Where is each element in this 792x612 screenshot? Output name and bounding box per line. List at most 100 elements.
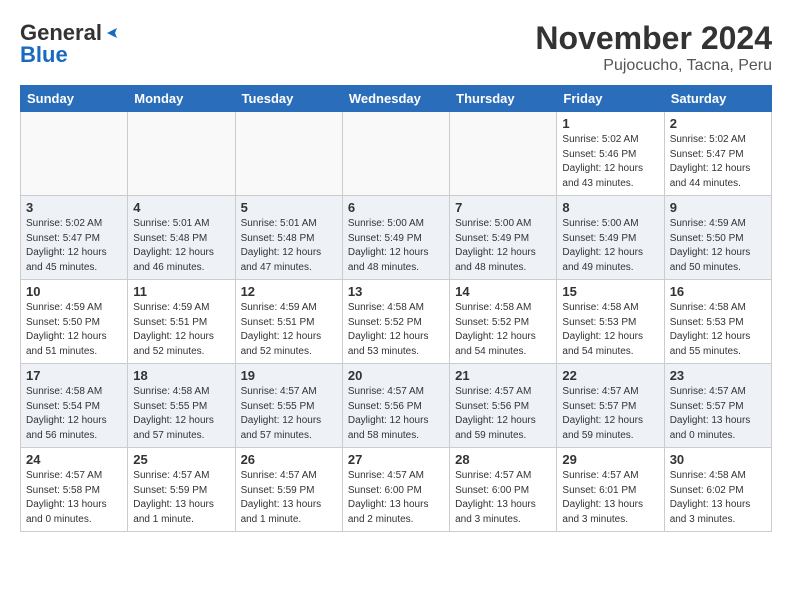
day-number: 3 xyxy=(26,200,122,215)
day-number: 30 xyxy=(670,452,766,467)
calendar-day-cell: 1 Sunrise: 5:02 AM Sunset: 5:46 PM Daylig… xyxy=(557,112,664,196)
day-info: Sunrise: 4:58 AM Sunset: 5:52 PM Dayligh… xyxy=(348,301,444,359)
logo: General Blue xyxy=(20,20,122,68)
calendar-header-row: SundayMondayTuesdayWednesdayThursdayFrid… xyxy=(21,86,772,112)
header-wednesday: Wednesday xyxy=(342,86,449,112)
day-number: 8 xyxy=(562,200,658,215)
day-info: Sunrise: 5:02 AM Sunset: 5:47 PM Dayligh… xyxy=(26,217,122,275)
day-info: Sunrise: 5:02 AM Sunset: 5:47 PM Dayligh… xyxy=(670,133,766,191)
day-number: 17 xyxy=(26,368,122,383)
day-number: 7 xyxy=(455,200,551,215)
day-info: Sunrise: 4:58 AM Sunset: 5:54 PM Dayligh… xyxy=(26,385,122,443)
day-number: 2 xyxy=(670,116,766,131)
calendar-day-cell: 14Sunrise: 4:58 AM Sunset: 5:52 PM Dayli… xyxy=(450,280,557,364)
day-info: Sunrise: 4:57 AM Sunset: 5:59 PM Dayligh… xyxy=(241,469,337,527)
day-info: Sunrise: 4:58 AM Sunset: 5:55 PM Dayligh… xyxy=(133,385,229,443)
day-info: Sunrise: 4:59 AM Sunset: 5:51 PM Dayligh… xyxy=(133,301,229,359)
day-info: Sunrise: 5:01 AM Sunset: 5:48 PM Dayligh… xyxy=(241,217,337,275)
calendar-day-cell: 28 Sunrise: 4:57 AM Sunset: 6:00 PM Dayli… xyxy=(450,448,557,532)
day-info: Sunrise: 5:02 AM Sunset: 5:46 PM Dayligh… xyxy=(562,133,658,191)
calendar-day-cell xyxy=(450,112,557,196)
day-number: 29 xyxy=(562,452,658,467)
calendar-day-cell: 13 Sunrise: 4:58 AM Sunset: 5:52 PM Dayli… xyxy=(342,280,449,364)
day-info: Sunrise: 5:00 AM Sunset: 5:49 PM Dayligh… xyxy=(562,217,658,275)
day-number: 22 xyxy=(562,368,658,383)
calendar-week-row: 1 Sunrise: 5:02 AM Sunset: 5:46 PM Daylig… xyxy=(21,112,772,196)
day-number: 5 xyxy=(241,200,337,215)
calendar-day-cell: 20 Sunrise: 4:57 AM Sunset: 5:56 PM Dayli… xyxy=(342,364,449,448)
logo-blue: Blue xyxy=(20,42,68,68)
day-info: Sunrise: 4:57 AM Sunset: 5:56 PM Dayligh… xyxy=(455,385,551,443)
calendar-day-cell xyxy=(128,112,235,196)
header-monday: Monday xyxy=(128,86,235,112)
calendar-day-cell: 12Sunrise: 4:59 AM Sunset: 5:51 PM Dayli… xyxy=(235,280,342,364)
calendar-day-cell: 9 Sunrise: 4:59 AM Sunset: 5:50 PM Daylig… xyxy=(664,196,771,280)
day-info: Sunrise: 5:01 AM Sunset: 5:48 PM Dayligh… xyxy=(133,217,229,275)
calendar-day-cell: 26 Sunrise: 4:57 AM Sunset: 5:59 PM Dayli… xyxy=(235,448,342,532)
day-info: Sunrise: 4:58 AM Sunset: 6:02 PM Dayligh… xyxy=(670,469,766,527)
month-title: November 2024 xyxy=(535,20,772,57)
day-number: 10 xyxy=(26,284,122,299)
location: Pujocucho, Tacna, Peru xyxy=(535,57,772,75)
day-info: Sunrise: 4:57 AM Sunset: 6:01 PM Dayligh… xyxy=(562,469,658,527)
calendar-day-cell: 22 Sunrise: 4:57 AM Sunset: 5:57 PM Dayli… xyxy=(557,364,664,448)
calendar-day-cell: 25 Sunrise: 4:57 AM Sunset: 5:59 PM Dayli… xyxy=(128,448,235,532)
calendar-day-cell: 8 Sunrise: 5:00 AM Sunset: 5:49 PM Daylig… xyxy=(557,196,664,280)
day-info: Sunrise: 5:00 AM Sunset: 5:49 PM Dayligh… xyxy=(348,217,444,275)
day-info: Sunrise: 4:57 AM Sunset: 6:00 PM Dayligh… xyxy=(348,469,444,527)
day-number: 24 xyxy=(26,452,122,467)
day-number: 18 xyxy=(133,368,229,383)
day-info: Sunrise: 4:58 AM Sunset: 5:53 PM Dayligh… xyxy=(562,301,658,359)
day-number: 27 xyxy=(348,452,444,467)
header-friday: Friday xyxy=(557,86,664,112)
day-number: 13 xyxy=(348,284,444,299)
day-info: Sunrise: 4:59 AM Sunset: 5:50 PM Dayligh… xyxy=(670,217,766,275)
calendar-day-cell: 5 Sunrise: 5:01 AM Sunset: 5:48 PM Daylig… xyxy=(235,196,342,280)
day-number: 20 xyxy=(348,368,444,383)
calendar-day-cell: 4Sunrise: 5:01 AM Sunset: 5:48 PM Daylig… xyxy=(128,196,235,280)
header-sunday: Sunday xyxy=(21,86,128,112)
calendar-day-cell xyxy=(235,112,342,196)
calendar-day-cell: 17 Sunrise: 4:58 AM Sunset: 5:54 PM Dayli… xyxy=(21,364,128,448)
day-number: 23 xyxy=(670,368,766,383)
calendar-day-cell: 2 Sunrise: 5:02 AM Sunset: 5:47 PM Daylig… xyxy=(664,112,771,196)
day-number: 16 xyxy=(670,284,766,299)
calendar-day-cell xyxy=(21,112,128,196)
calendar-day-cell: 27 Sunrise: 4:57 AM Sunset: 6:00 PM Dayli… xyxy=(342,448,449,532)
day-number: 12 xyxy=(241,284,337,299)
calendar-day-cell: 29 Sunrise: 4:57 AM Sunset: 6:01 PM Dayli… xyxy=(557,448,664,532)
calendar-day-cell: 7Sunrise: 5:00 AM Sunset: 5:49 PM Daylig… xyxy=(450,196,557,280)
day-info: Sunrise: 4:57 AM Sunset: 5:57 PM Dayligh… xyxy=(562,385,658,443)
day-number: 19 xyxy=(241,368,337,383)
header-thursday: Thursday xyxy=(450,86,557,112)
day-info: Sunrise: 4:59 AM Sunset: 5:50 PM Dayligh… xyxy=(26,301,122,359)
day-number: 28 xyxy=(455,452,551,467)
calendar-day-cell: 6Sunrise: 5:00 AM Sunset: 5:49 PM Daylig… xyxy=(342,196,449,280)
calendar-table: SundayMondayTuesdayWednesdayThursdayFrid… xyxy=(20,85,772,532)
calendar-day-cell: 10 Sunrise: 4:59 AM Sunset: 5:50 PM Dayli… xyxy=(21,280,128,364)
calendar-day-cell: 3 Sunrise: 5:02 AM Sunset: 5:47 PM Daylig… xyxy=(21,196,128,280)
day-info: Sunrise: 4:57 AM Sunset: 5:59 PM Dayligh… xyxy=(133,469,229,527)
day-info: Sunrise: 4:57 AM Sunset: 5:57 PM Dayligh… xyxy=(670,385,766,443)
day-number: 15 xyxy=(562,284,658,299)
calendar-day-cell: 15 Sunrise: 4:58 AM Sunset: 5:53 PM Dayli… xyxy=(557,280,664,364)
day-number: 21 xyxy=(455,368,551,383)
header-saturday: Saturday xyxy=(664,86,771,112)
day-number: 11 xyxy=(133,284,229,299)
logo-bird-icon xyxy=(103,24,121,42)
day-info: Sunrise: 4:57 AM Sunset: 5:55 PM Dayligh… xyxy=(241,385,337,443)
calendar-week-row: 17 Sunrise: 4:58 AM Sunset: 5:54 PM Dayli… xyxy=(21,364,772,448)
calendar-day-cell: 23 Sunrise: 4:57 AM Sunset: 5:57 PM Dayli… xyxy=(664,364,771,448)
calendar-week-row: 24Sunrise: 4:57 AM Sunset: 5:58 PM Dayli… xyxy=(21,448,772,532)
day-number: 9 xyxy=(670,200,766,215)
day-number: 14 xyxy=(455,284,551,299)
day-number: 1 xyxy=(562,116,658,131)
calendar-day-cell: 19 Sunrise: 4:57 AM Sunset: 5:55 PM Dayli… xyxy=(235,364,342,448)
day-number: 26 xyxy=(241,452,337,467)
day-info: Sunrise: 4:57 AM Sunset: 5:56 PM Dayligh… xyxy=(348,385,444,443)
calendar-day-cell: 16Sunrise: 4:58 AM Sunset: 5:53 PM Dayli… xyxy=(664,280,771,364)
day-info: Sunrise: 4:57 AM Sunset: 6:00 PM Dayligh… xyxy=(455,469,551,527)
calendar-day-cell: 30 Sunrise: 4:58 AM Sunset: 6:02 PM Dayli… xyxy=(664,448,771,532)
calendar-week-row: 10 Sunrise: 4:59 AM Sunset: 5:50 PM Dayli… xyxy=(21,280,772,364)
day-number: 25 xyxy=(133,452,229,467)
